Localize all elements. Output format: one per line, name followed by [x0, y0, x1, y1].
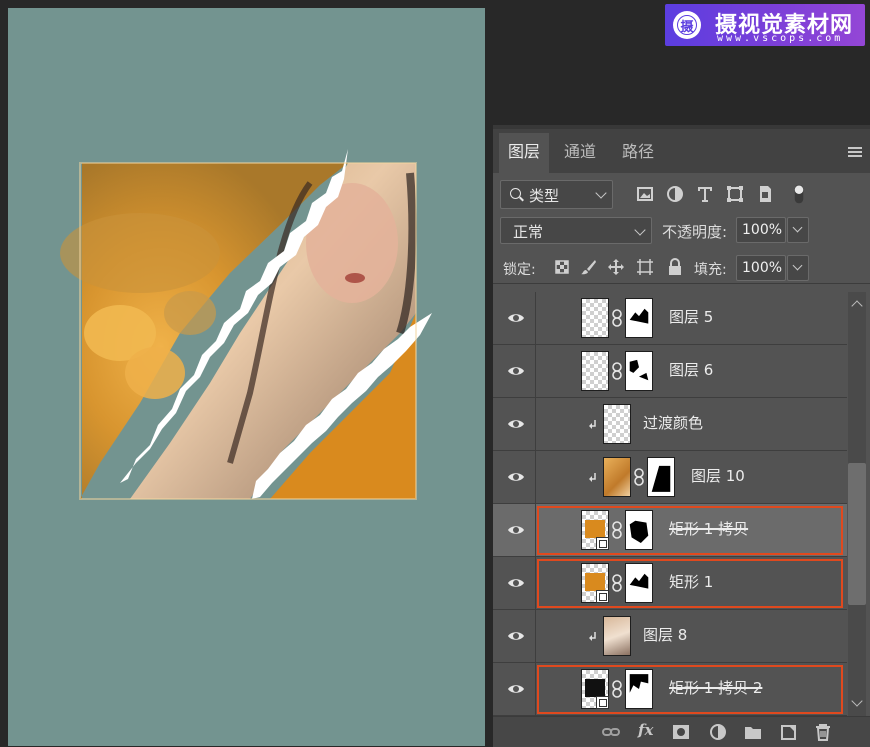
layers-scrollbar-thumb[interactable]: [848, 463, 866, 605]
document-canvas[interactable]: [8, 8, 485, 746]
clipping-mask-arrow-icon: [589, 473, 596, 482]
layer-row[interactable]: 图层 8: [493, 610, 847, 663]
watermark-url: www.vscops.com: [717, 33, 844, 44]
layer-thumbnail[interactable]: [603, 404, 631, 444]
layer-name[interactable]: 图层 6: [669, 359, 713, 380]
clipping-mask-arrow-icon: [589, 420, 596, 429]
divider: [535, 398, 536, 451]
fx-icon[interactable]: fx: [638, 721, 658, 739]
layer-name[interactable]: 图层 8: [643, 624, 687, 645]
annotation-highlight-box: [537, 559, 843, 608]
tab-channels[interactable]: 通道: [551, 133, 609, 177]
new-group-icon[interactable]: [743, 723, 763, 741]
panel-tab-bar: 图层 通道 路径: [493, 125, 870, 177]
watermark-logo: 摄 摄视觉素材网 www.vscops.com: [665, 4, 865, 46]
shape-filter-icon[interactable]: [725, 183, 745, 205]
chevron-down-icon: [634, 224, 646, 236]
clipping-mask-arrow-icon: [589, 632, 596, 641]
blend-mode-dropdown[interactable]: 正常: [500, 217, 652, 244]
chevron-down-icon: [595, 187, 607, 199]
lock-artboard-icon[interactable]: [636, 258, 654, 276]
layer-filter-label: 类型: [529, 187, 560, 205]
annotation-highlight-box: [537, 665, 843, 714]
layer-mask-thumbnail[interactable]: [625, 298, 653, 338]
visibility-eye-icon[interactable]: [507, 416, 525, 432]
watermark-badge-icon: 摄: [673, 11, 701, 39]
mask-link-icon[interactable]: [633, 467, 645, 487]
layer-name[interactable]: 图层 10: [691, 465, 745, 486]
visibility-eye-icon[interactable]: [507, 469, 525, 485]
blend-mode-value: 正常: [513, 223, 544, 241]
layers-panel: 图层 通道 路径 类型 正常 不透明度: 100% 锁定: 填充: 100% 图…: [493, 125, 870, 747]
layer-row[interactable]: 图层 6: [493, 345, 847, 398]
mask-link-icon[interactable]: [611, 361, 623, 381]
divider: [535, 557, 536, 610]
layer-row[interactable]: 图层 10: [493, 451, 847, 504]
divider: [535, 345, 536, 398]
fill-label: 填充:: [694, 262, 727, 278]
mask-link-icon[interactable]: [611, 308, 623, 328]
layer-row[interactable]: 过渡颜色: [493, 398, 847, 451]
layer-mask-thumbnail[interactable]: [647, 457, 675, 497]
type-filter-icon[interactable]: [695, 183, 715, 205]
chevron-down-icon: [792, 260, 803, 271]
layer-thumbnail[interactable]: [603, 616, 631, 656]
visibility-eye-icon[interactable]: [507, 310, 525, 326]
lock-position-icon[interactable]: [607, 258, 625, 276]
fill-input[interactable]: 100%: [736, 255, 786, 281]
layer-row[interactable]: 图层 5: [493, 292, 847, 345]
layers-bottom-toolbar: fx: [493, 716, 870, 747]
lock-label: 锁定:: [503, 262, 536, 278]
tab-layers[interactable]: 图层: [499, 133, 549, 177]
add-mask-icon[interactable]: [671, 723, 691, 741]
layer-thumbnail[interactable]: [581, 298, 609, 338]
layer-thumbnail[interactable]: [581, 351, 609, 391]
lock-transparent-pixels-icon[interactable]: [553, 258, 571, 276]
visibility-eye-icon[interactable]: [507, 681, 525, 697]
image-filter-icon[interactable]: [635, 183, 655, 205]
filter-toggle-icon[interactable]: [791, 183, 807, 205]
layer-mask-thumbnail[interactable]: [625, 351, 653, 391]
opacity-slider-button[interactable]: [787, 217, 809, 243]
chevron-down-icon: [792, 222, 803, 233]
new-layer-icon[interactable]: [779, 723, 799, 741]
visibility-eye-icon[interactable]: [507, 575, 525, 591]
panel-menu-icon[interactable]: [848, 147, 862, 157]
delete-layer-icon[interactable]: [813, 723, 833, 741]
search-icon: [510, 188, 521, 199]
opacity-label: 不透明度:: [662, 223, 728, 241]
layer-list[interactable]: 图层 5 图层 6 过渡颜色 图层 10 矩形 1 拷贝 矩形 1 图层 8 矩形 1 拷贝 …: [493, 292, 847, 716]
annotation-highlight-box: [537, 506, 843, 555]
layer-filter-dropdown[interactable]: 类型: [500, 180, 613, 209]
divider: [535, 663, 536, 716]
lock-image-pixels-icon[interactable]: [580, 258, 598, 276]
layer-thumbnail[interactable]: [603, 457, 631, 497]
layer-name[interactable]: 图层 5: [669, 306, 713, 327]
opacity-input[interactable]: 100%: [736, 217, 786, 243]
smart-object-filter-icon[interactable]: [755, 183, 775, 205]
adjustment-filter-icon[interactable]: [665, 183, 685, 205]
tab-paths[interactable]: 路径: [609, 133, 667, 177]
divider: [535, 451, 536, 504]
divider: [535, 610, 536, 663]
divider: [535, 504, 536, 557]
divider: [493, 283, 870, 284]
torn-paper-artwork: [60, 149, 432, 503]
fill-slider-button[interactable]: [787, 255, 809, 281]
layer-name[interactable]: 过渡颜色: [643, 412, 703, 433]
divider: [535, 292, 536, 345]
adjustment-layer-icon[interactable]: [708, 723, 728, 741]
visibility-eye-icon[interactable]: [507, 363, 525, 379]
visibility-eye-icon[interactable]: [507, 628, 525, 644]
link-layers-icon[interactable]: [601, 723, 621, 741]
lock-all-icon[interactable]: [666, 258, 684, 276]
visibility-eye-icon[interactable]: [507, 522, 525, 538]
